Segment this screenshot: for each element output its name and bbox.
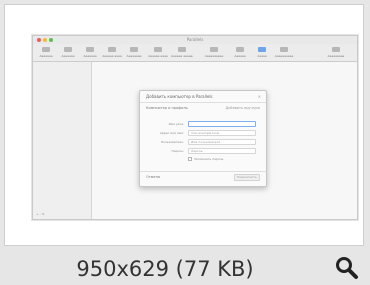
sidebar: + – ⚙ (33, 62, 92, 219)
toolbar-icon (64, 47, 72, 52)
screenshot-thumbnail[interactable]: Parallels Aaaaaaa Aaaaaaa Aaaaaaa Aaaaaa… (32, 35, 358, 220)
dialog-section-title: Компьютер и профиль (146, 106, 188, 110)
magnifier-icon[interactable] (334, 255, 360, 281)
field-label: Имя узла: (168, 122, 184, 126)
toolbar-icon (178, 47, 186, 52)
checkbox-label: Запомнить пароль (194, 157, 224, 161)
toolbar-item: Aaaaaaa (35, 47, 57, 58)
address-field: mac.example.local (188, 130, 256, 136)
field-label: Адрес или имя: (159, 131, 184, 135)
close-icon: × (257, 94, 261, 99)
password-field: Пароль (188, 148, 256, 154)
toolbar-icon (236, 47, 244, 52)
dialog-section-mode: Добавить вручную (225, 106, 260, 110)
toolbar-item: Aaaaaa aaaa (147, 47, 169, 58)
user-field: Имя пользователя (188, 139, 256, 145)
toolbar-item: Aaaaaa aaaaaaa (171, 47, 193, 58)
divider (140, 102, 266, 103)
sidebar-footer: + – ⚙ (36, 212, 45, 216)
add-computer-dialog: Добавить компьютер в Parallels × Компьют… (139, 90, 267, 187)
form-row: Пользователь: Имя пользователя (146, 139, 256, 145)
toolbar-item: Aaaaaaaaaa (273, 47, 295, 58)
checkbox-icon (188, 157, 192, 161)
toolbar-icon (130, 47, 138, 52)
toolbar-icon (210, 47, 218, 52)
toolbar-icon (42, 47, 50, 52)
toolbar-item: Aaaaaaaaaa (203, 47, 225, 58)
form-row: Пароль: Пароль (146, 148, 256, 154)
toolbar-icon (280, 47, 288, 52)
toolbar-item: Aaaaaa (229, 47, 251, 58)
window-title: Parallels (186, 37, 204, 42)
toolbar-item: Aaaaaaaa (123, 47, 145, 58)
toolbar-icon (332, 47, 340, 52)
divider (140, 171, 266, 172)
toolbar-item: Aaaaaaa (79, 47, 101, 58)
host-name-field (188, 121, 256, 127)
toolbar-icon (108, 47, 116, 52)
connect-button: Подключить (234, 174, 260, 181)
toolbar: Aaaaaaa Aaaaaaa Aaaaaaa Aaaaaa aaaa Aaaa… (33, 44, 357, 62)
toolbar-item: Aaaaaa aaaa (101, 47, 123, 58)
thumbnail-card[interactable]: Parallels Aaaaaaa Aaaaaaa Aaaaaaa Aaaaaa… (4, 4, 364, 246)
image-size-caption: 950x629 (77 KB) (76, 257, 254, 281)
field-label: Пароль: (171, 149, 184, 153)
form-row: Имя узла: (146, 121, 256, 127)
toolbar-icon (154, 47, 162, 52)
toolbar-item: Aaaaaaaaa (325, 47, 347, 58)
form-row: Адрес или имя: mac.example.local (146, 130, 256, 136)
dialog-footer-link: Отмена (146, 175, 161, 179)
toolbar-item: Aaaaaaa (57, 47, 79, 58)
toolbar-item: Aaaaa (251, 47, 273, 58)
field-label: Пользователь: (160, 140, 184, 144)
dialog-title: Добавить компьютер в Parallels (146, 94, 213, 99)
toolbar-icon (258, 47, 266, 52)
toolbar-icon (86, 47, 94, 52)
